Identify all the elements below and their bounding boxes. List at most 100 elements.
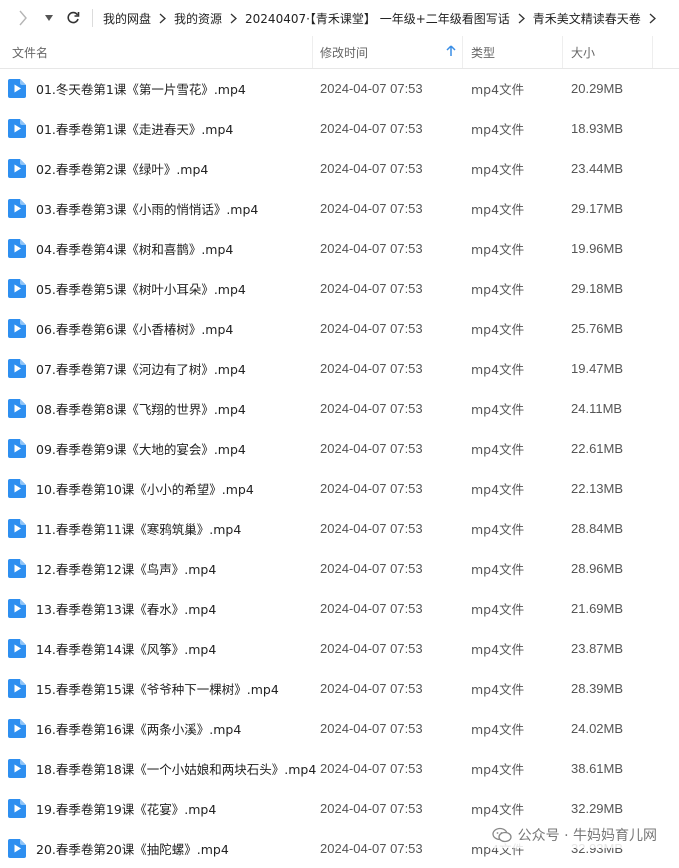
breadcrumb-item[interactable]: 我的资源	[172, 10, 224, 27]
file-size: 28.84MB	[571, 520, 624, 536]
file-name[interactable]: 12.春季卷第12课《鸟声》.mp4	[36, 548, 216, 588]
address-bar: 我的网盘 我的资源 20240407·【青禾课堂】 一年级+二年级看图写话 青禾美文精…	[0, 0, 679, 36]
history-dropdown-icon[interactable]	[40, 8, 58, 28]
file-modified: 2024-04-07 07:53	[320, 320, 423, 336]
chevron-right-icon[interactable]	[230, 13, 238, 24]
file-name[interactable]: 13.春季卷第13课《春水》.mp4	[36, 588, 216, 628]
file-row[interactable]: 07.春季卷第7课《河边有了树》.mp4 2024-04-07 07:53 mp4文…	[0, 348, 679, 388]
column-divider[interactable]	[312, 36, 313, 68]
file-row[interactable]: 11.春季卷第11课《寒鸦筑巢》.mp4 2024-04-07 07:53 mp4文…	[0, 508, 679, 548]
file-size: 25.76MB	[571, 320, 624, 336]
breadcrumb-item[interactable]: 20240407·【青禾课堂】 一年级+二年级看图写话	[243, 10, 512, 27]
file-row[interactable]: 16.春季卷第16课《两条小溪》.mp4 2024-04-07 07:53 mp4文…	[0, 708, 679, 748]
file-row[interactable]: 03.春季卷第3课《小雨的悄悄话》.mp4 2024-04-07 07:53 mp4…	[0, 188, 679, 228]
file-name[interactable]: 08.春季卷第8课《飞翔的世界》.mp4	[36, 388, 246, 428]
file-row[interactable]: 10.春季卷第10课《小小的希望》.mp4 2024-04-07 07:53 mp4…	[0, 468, 679, 508]
file-name[interactable]: 14.春季卷第14课《风筝》.mp4	[36, 628, 216, 668]
file-modified: 2024-04-07 07:53	[320, 400, 423, 416]
breadcrumb: 我的网盘 我的资源 20240407·【青禾课堂】 一年级+二年级看图写话 青禾美文精…	[101, 10, 662, 27]
file-modified: 2024-04-07 07:53	[320, 80, 423, 96]
file-row[interactable]: 06.春季卷第6课《小香椿树》.mp4 2024-04-07 07:53 mp4文件…	[0, 308, 679, 348]
video-file-icon	[8, 308, 26, 348]
file-name[interactable]: 11.春季卷第11课《寒鸦筑巢》.mp4	[36, 508, 241, 548]
column-header: 文件名 修改时间 类型 大小	[0, 36, 679, 69]
refresh-icon[interactable]	[64, 8, 82, 28]
file-modified: 2024-04-07 07:53	[320, 520, 423, 536]
sort-ascending-icon[interactable]	[446, 45, 456, 60]
file-size: 24.02MB	[571, 720, 624, 736]
video-file-icon	[8, 268, 26, 308]
breadcrumb-item[interactable]: 青禾美文精读春天卷	[531, 10, 643, 27]
video-file-icon	[8, 668, 26, 708]
file-name[interactable]: 06.春季卷第6课《小香椿树》.mp4	[36, 308, 233, 348]
file-name[interactable]: 04.春季卷第4课《树和喜鹊》.mp4	[36, 228, 233, 268]
file-row[interactable]: 01.春季卷第1课《走进春天》.mp4 2024-04-07 07:53 mp4文件…	[0, 108, 679, 148]
file-name[interactable]: 19.春季卷第19课《花宴》.mp4	[36, 788, 216, 828]
file-row[interactable]: 05.春季卷第5课《树叶小耳朵》.mp4 2024-04-07 07:53 mp4文…	[0, 268, 679, 308]
file-modified: 2024-04-07 07:53	[320, 640, 423, 656]
file-row[interactable]: 01.冬天卷第1课《第一片雪花》.mp4 2024-04-07 07:53 mp4文…	[0, 68, 679, 108]
file-name[interactable]: 03.春季卷第3课《小雨的悄悄话》.mp4	[36, 188, 258, 228]
column-type-header[interactable]: 类型	[471, 36, 495, 68]
video-file-icon	[8, 708, 26, 748]
chevron-right-icon[interactable]	[518, 13, 525, 24]
file-name[interactable]: 15.春季卷第15课《爷爷种下一棵树》.mp4	[36, 668, 279, 708]
file-modified: 2024-04-07 07:53	[320, 560, 423, 576]
column-divider[interactable]	[462, 36, 463, 68]
file-row[interactable]: 14.春季卷第14课《风筝》.mp4 2024-04-07 07:53 mp4文件 2…	[0, 628, 679, 668]
file-modified: 2024-04-07 07:53	[320, 360, 423, 376]
file-name[interactable]: 16.春季卷第16课《两条小溪》.mp4	[36, 708, 241, 748]
file-modified: 2024-04-07 07:53	[320, 480, 423, 496]
video-file-icon	[8, 788, 26, 828]
file-row[interactable]: 12.春季卷第12课《鸟声》.mp4 2024-04-07 07:53 mp4文件 2…	[0, 548, 679, 588]
column-size-header[interactable]: 大小	[571, 36, 595, 68]
file-name[interactable]: 20.春季卷第20课《抽陀螺》.mp4	[36, 828, 229, 868]
file-type: mp4文件	[471, 441, 525, 457]
file-row[interactable]: 09.春季卷第9课《大地的宴会》.mp4 2024-04-07 07:53 mp4文…	[0, 428, 679, 468]
forward-arrow-icon[interactable]	[14, 8, 32, 28]
file-size: 23.44MB	[571, 160, 624, 176]
video-file-icon	[8, 348, 26, 388]
file-name[interactable]: 10.春季卷第10课《小小的希望》.mp4	[36, 468, 254, 508]
column-divider[interactable]	[562, 36, 563, 68]
file-size: 28.96MB	[571, 560, 624, 576]
chevron-right-icon[interactable]	[649, 13, 656, 24]
file-row[interactable]: 13.春季卷第13课《春水》.mp4 2024-04-07 07:53 mp4文件 2…	[0, 588, 679, 628]
file-name[interactable]: 01.春季卷第1课《走进春天》.mp4	[36, 108, 233, 148]
file-type: mp4文件	[471, 721, 525, 737]
chevron-right-icon[interactable]	[159, 13, 166, 24]
file-size: 22.13MB	[571, 480, 624, 496]
file-size: 29.17MB	[571, 200, 624, 216]
file-row[interactable]: 08.春季卷第8课《飞翔的世界》.mp4 2024-04-07 07:53 mp4文…	[0, 388, 679, 428]
file-modified: 2024-04-07 07:53	[320, 800, 423, 816]
file-name[interactable]: 07.春季卷第7课《河边有了树》.mp4	[36, 348, 246, 388]
file-size: 22.61MB	[571, 440, 624, 456]
file-name[interactable]: 02.春季卷第2课《绿叶》.mp4	[36, 148, 208, 188]
video-file-icon	[8, 468, 26, 508]
file-type: mp4文件	[471, 521, 525, 537]
file-row[interactable]: 15.春季卷第15课《爷爷种下一棵树》.mp4 2024-04-07 07:53 m…	[0, 668, 679, 708]
file-modified: 2024-04-07 07:53	[320, 240, 423, 256]
video-file-icon	[8, 588, 26, 628]
file-name[interactable]: 01.冬天卷第1课《第一片雪花》.mp4	[36, 68, 246, 108]
video-file-icon	[8, 548, 26, 588]
file-modified: 2024-04-07 07:53	[320, 840, 423, 856]
file-row[interactable]: 18.春季卷第18课《一个小姑娘和两块石头》.mp4 2024-04-07 07:…	[0, 748, 679, 788]
file-row[interactable]: 02.春季卷第2课《绿叶》.mp4 2024-04-07 07:53 mp4文件 23…	[0, 148, 679, 188]
file-type: mp4文件	[471, 81, 525, 97]
file-type: mp4文件	[471, 241, 525, 257]
file-type: mp4文件	[471, 361, 525, 377]
file-size: 21.69MB	[571, 600, 624, 616]
breadcrumb-item[interactable]: 我的网盘	[101, 10, 153, 27]
file-name[interactable]: 18.春季卷第18课《一个小姑娘和两块石头》.mp4	[36, 748, 316, 788]
file-name[interactable]: 09.春季卷第9课《大地的宴会》.mp4	[36, 428, 246, 468]
column-divider[interactable]	[652, 36, 653, 68]
toolbar-divider	[92, 9, 93, 27]
video-file-icon	[8, 748, 26, 788]
video-file-icon	[8, 228, 26, 268]
column-name-header[interactable]: 文件名	[12, 36, 48, 68]
column-modified-header[interactable]: 修改时间	[320, 36, 368, 68]
file-row[interactable]: 04.春季卷第4课《树和喜鹊》.mp4 2024-04-07 07:53 mp4文件…	[0, 228, 679, 268]
file-name[interactable]: 05.春季卷第5课《树叶小耳朵》.mp4	[36, 268, 246, 308]
file-modified: 2024-04-07 07:53	[320, 760, 423, 776]
